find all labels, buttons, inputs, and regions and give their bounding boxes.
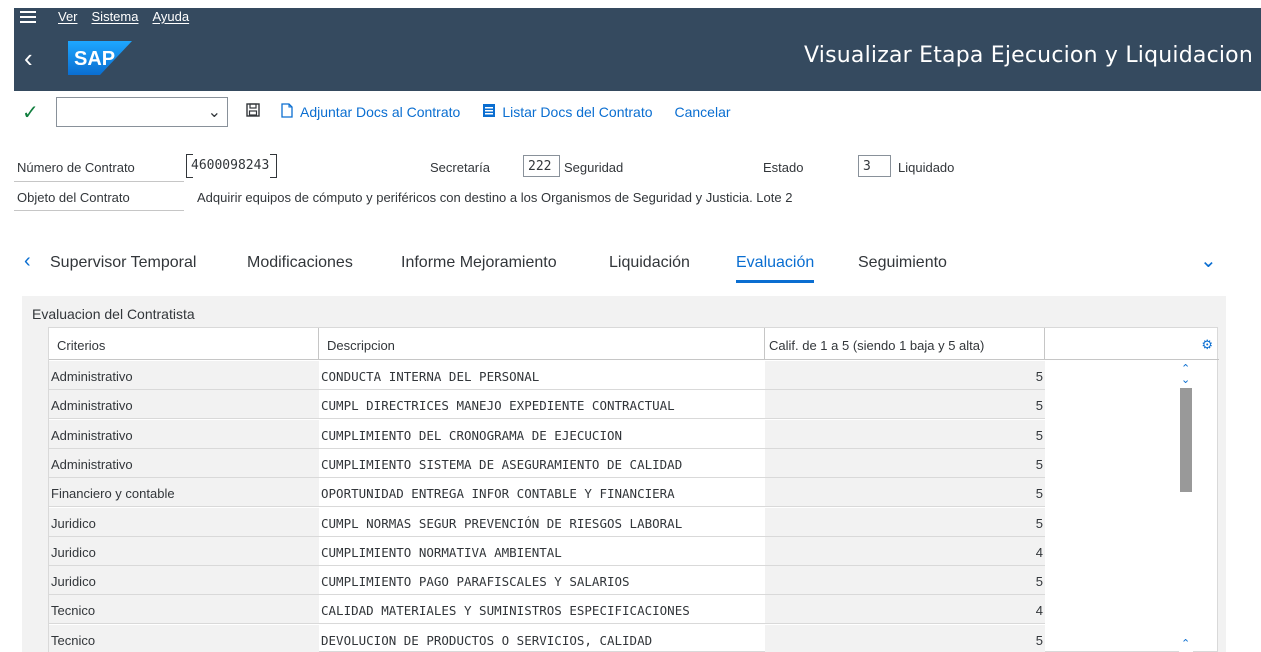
divider [14, 210, 184, 211]
cell-criterio[interactable]: Administrativo [49, 448, 319, 478]
contract-number-label: Número de Contrato [17, 160, 135, 175]
vertical-scrollbar[interactable]: ⌃ ⌄ ⌃ [1179, 362, 1193, 652]
col-calificacion[interactable]: Calif. de 1 a 5 (siendo 1 baja y 5 alta) [765, 328, 1045, 360]
tab-bar: ‹ Supervisor Temporal Modificaciones Inf… [14, 244, 1261, 284]
contract-number-field[interactable]: 4600098243 [186, 154, 277, 178]
scroll-thumb[interactable] [1180, 388, 1192, 492]
cell-calificacion[interactable]: 5 [765, 507, 1045, 537]
cell-calificacion[interactable]: 5 [765, 624, 1045, 652]
command-field[interactable]: ⌄ [56, 97, 228, 127]
cell-criterio[interactable]: Administrativo [49, 390, 319, 420]
list-docs-button[interactable]: Listar Docs del Contrato [482, 103, 653, 121]
evaluation-table: Criterios Descripcion Calif. de 1 a 5 (s… [48, 327, 1219, 652]
secretaria-code-field[interactable]: 222 [523, 155, 560, 177]
tab-supervisor-temporal[interactable]: Supervisor Temporal [50, 254, 196, 272]
objeto-label: Objeto del Contrato [17, 190, 130, 205]
table-row[interactable]: Juridico CUMPLIMIENTO PAGO PARAFISCALES Y… [49, 566, 1199, 596]
save-icon[interactable] [246, 102, 260, 122]
table-row[interactable]: Tecnico DEVOLUCION DE PRODUCTOS O SERVICI… [49, 624, 1199, 652]
cell-descripcion[interactable]: CUMPLIMIENTO NORMATIVA AMBIENTAL [319, 537, 765, 566]
cell-criterio[interactable]: Financiero y contable [49, 478, 319, 508]
cell-calificacion[interactable]: 5 [765, 448, 1045, 478]
settings-icon[interactable]: ⚙ [1201, 337, 1213, 353]
svg-text:SAP: SAP [74, 48, 115, 70]
cell-descripcion[interactable]: CUMPL NORMAS SEGUR PREVENCIÓN DE RIESGOS… [319, 508, 765, 537]
menu-ver[interactable]: Ver [58, 9, 78, 24]
cell-descripcion[interactable]: CUMPL DIRECTRICES MANEJO EXPEDIENTE CONT… [319, 390, 765, 420]
tab-more-icon[interactable]: ⌄ [1200, 248, 1217, 273]
cell-calificacion[interactable]: 5 [765, 566, 1045, 596]
cell-calificacion[interactable]: 4 [765, 536, 1045, 566]
table-row[interactable]: Administrativo CUMPLIMIENTO DEL CRONOGRAM… [49, 419, 1199, 449]
list-docs-label: Listar Docs del Contrato [502, 104, 653, 120]
tab-seguimiento[interactable]: Seguimiento [858, 254, 947, 272]
cell-descripcion[interactable]: CUMPLIMIENTO DEL CRONOGRAMA DE EJECUCION [319, 420, 765, 449]
estado-name: Liquidado [898, 160, 955, 175]
col-criterios[interactable]: Criterios [49, 328, 319, 360]
attach-icon [280, 103, 294, 121]
table-row[interactable]: Juridico CUMPL NORMAS SEGUR PREVENCIÓN DE… [49, 507, 1199, 537]
cell-descripcion[interactable]: CALIDAD MATERIALES Y SUMINISTROS ESPECIF… [319, 595, 765, 625]
menu-sistema[interactable]: Sistema [92, 9, 139, 24]
cell-calificacion[interactable]: 5 [765, 478, 1045, 508]
cancel-button[interactable]: Cancelar [675, 104, 731, 120]
cell-descripcion[interactable]: OPORTUNIDAD ENTREGA INFOR CONTABLE Y FIN… [319, 478, 765, 508]
cell-criterio[interactable]: Administrativo [49, 361, 319, 390]
estado-code-field[interactable]: 3 [858, 155, 891, 177]
page-title: Visualizar Etapa Ejecucion y Liquidacion [804, 43, 1253, 68]
cell-descripcion[interactable]: CUMPLIMIENTO PAGO PARAFISCALES Y SALARIO… [319, 566, 765, 596]
cell-calificacion[interactable]: 5 [765, 390, 1045, 420]
shell-header: ‹ SAP Visualizar Etapa Ejecucion y Liqui… [14, 25, 1261, 91]
cell-calificacion[interactable]: 5 [765, 361, 1045, 390]
table-row[interactable]: Juridico CUMPLIMIENTO NORMATIVA AMBIENTAL… [49, 536, 1199, 566]
cell-criterio[interactable]: Juridico [49, 507, 319, 537]
tab-modificaciones[interactable]: Modificaciones [247, 254, 353, 272]
cell-criterio[interactable]: Tecnico [49, 595, 319, 625]
cell-descripcion[interactable]: CONDUCTA INTERNA DEL PERSONAL [319, 361, 765, 390]
tab-informe-mejoramiento[interactable]: Informe Mejoramiento [401, 254, 557, 272]
cell-criterio[interactable]: Juridico [49, 536, 319, 566]
col-descripcion[interactable]: Descripcion [319, 328, 765, 360]
tab-prev-icon[interactable]: ‹ [24, 250, 31, 273]
table-row[interactable]: Tecnico CALIDAD MATERIALES Y SUMINISTROS … [49, 595, 1199, 625]
estado-label: Estado [763, 160, 804, 175]
objeto-value: Adquirir equipos de cómputo y periférico… [197, 190, 793, 205]
table-row[interactable]: Administrativo CUMPL DIRECTRICES MANEJO E… [49, 390, 1199, 420]
panel-title: Evaluacion del Contratista [32, 306, 195, 322]
divider [14, 181, 184, 182]
sap-logo: SAP [68, 41, 132, 75]
menu-ayuda[interactable]: Ayuda [152, 9, 189, 24]
cell-calificacion[interactable]: 5 [765, 419, 1045, 449]
cell-calificacion[interactable]: 4 [765, 595, 1045, 625]
secretaria-name: Seguridad [564, 160, 624, 175]
toolbar: ✓ ⌄ Adjuntar Docs al Contrato Listar Doc… [14, 92, 1261, 132]
table-row[interactable]: Financiero y contable OPORTUNIDAD ENTREGA… [49, 478, 1199, 508]
scroll-up-icon[interactable]: ⌃ ⌄ [1181, 364, 1190, 386]
menu-icon[interactable] [20, 10, 36, 23]
table-header: Criterios Descripcion Calif. de 1 a 5 (s… [49, 328, 1219, 360]
cell-descripcion[interactable]: DEVOLUCION DE PRODUCTOS O SERVICIOS, CAL… [319, 625, 765, 652]
dropdown-chevron-icon[interactable]: ⌄ [208, 102, 221, 122]
back-icon[interactable]: ‹ [24, 45, 54, 71]
secretaria-label: Secretaría [430, 160, 490, 175]
cell-criterio[interactable]: Administrativo [49, 419, 319, 449]
cell-descripcion[interactable]: CUMPLIMIENTO SISTEMA DE ASEGURAMIENTO DE… [319, 449, 765, 478]
tab-liquidacion[interactable]: Liquidación [609, 254, 690, 272]
cell-criterio[interactable]: Juridico [49, 566, 319, 596]
menu-bar: Ver Sistema Ayuda [14, 8, 1261, 25]
table-row[interactable]: Administrativo CONDUCTA INTERNA DEL PERSO… [49, 361, 1199, 390]
table-row[interactable]: Administrativo CUMPLIMIENTO SISTEMA DE AS… [49, 448, 1199, 478]
list-icon [482, 103, 496, 121]
check-icon[interactable]: ✓ [22, 100, 56, 125]
evaluation-panel: Evaluacion del Contratista Criterios Des… [22, 296, 1226, 652]
cell-criterio[interactable]: Tecnico [49, 624, 319, 652]
attach-docs-label: Adjuntar Docs al Contrato [300, 104, 461, 120]
scroll-down-icon[interactable]: ⌃ [1181, 639, 1190, 650]
tab-evaluacion[interactable]: Evaluación [736, 254, 815, 283]
attach-docs-button[interactable]: Adjuntar Docs al Contrato [280, 103, 460, 121]
